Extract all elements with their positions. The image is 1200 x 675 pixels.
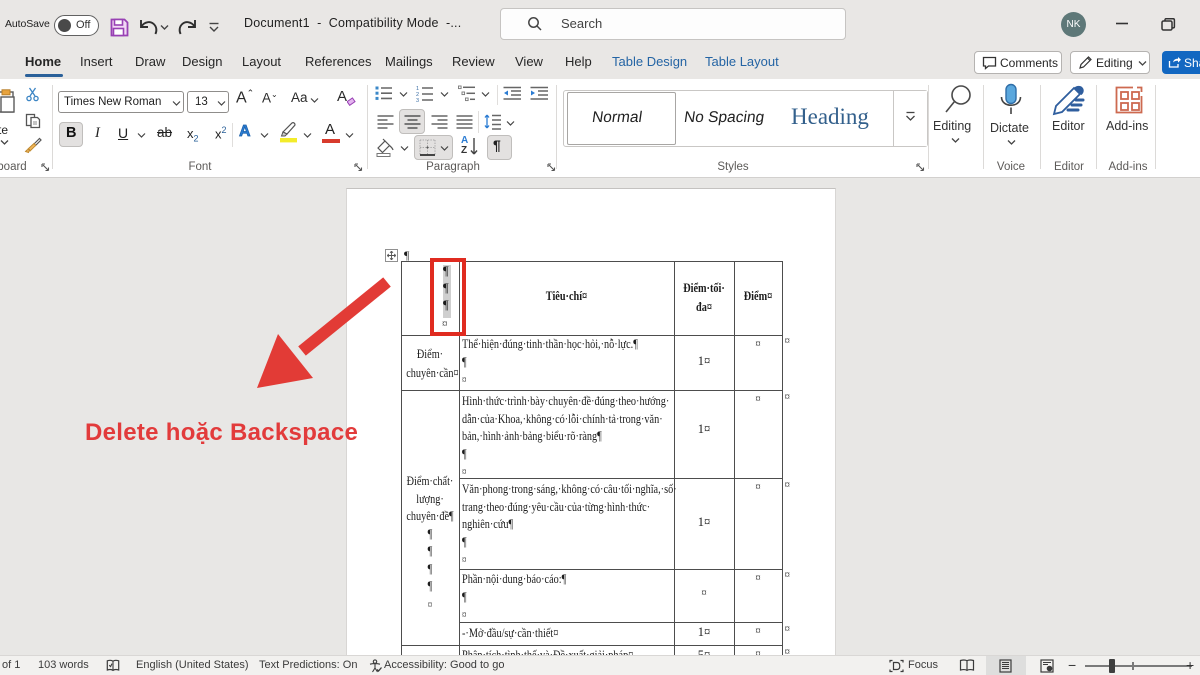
svg-text:3: 3 [416,98,419,102]
